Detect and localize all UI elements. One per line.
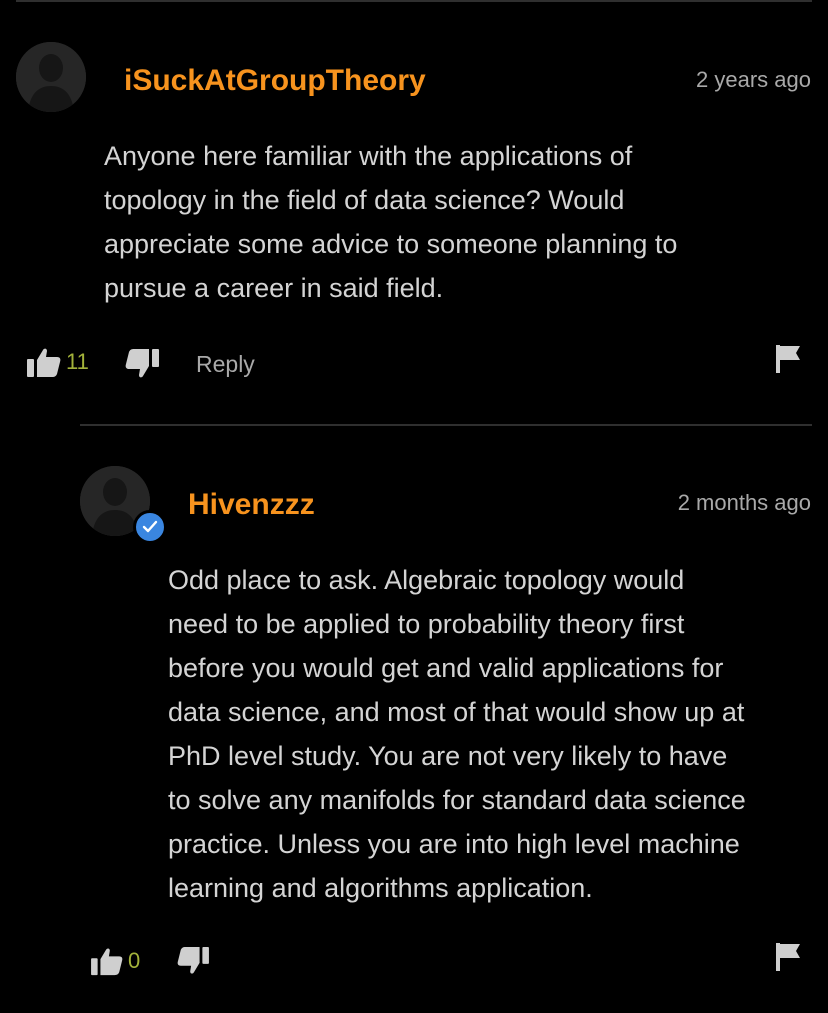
- comment-text-line: pursue a career in said field.: [104, 273, 444, 303]
- comment-text-line: Odd place to ask. Algebraic topology wou…: [168, 565, 685, 595]
- comment-text-line: PhD level study. You are not very likely…: [168, 741, 728, 771]
- comment-username[interactable]: Hivenzzz: [188, 488, 315, 522]
- flag-icon: [774, 942, 802, 972]
- comment-text-line: before you would get and valid applicati…: [168, 653, 724, 683]
- flag-button[interactable]: [774, 942, 802, 972]
- comment-username[interactable]: iSuckAtGroupTheory: [124, 64, 426, 98]
- verified-badge: [133, 510, 167, 544]
- flag-button[interactable]: [774, 344, 802, 374]
- comment-text-line: to solve any manifolds for standard data…: [168, 785, 746, 815]
- like-count: 0: [128, 948, 141, 973]
- like-count: 11: [66, 349, 89, 374]
- comment-timestamp: 2 months ago: [677, 490, 811, 515]
- comment-text-line: Anyone here familiar with the applicatio…: [104, 141, 633, 171]
- comment-text-line: need to be applied to probability theory…: [168, 609, 685, 639]
- like-button[interactable]: 11: [26, 346, 89, 378]
- comment-timestamp: 2 years ago: [696, 67, 811, 92]
- comment-text: Anyone here familiar with the applicatio…: [104, 134, 677, 310]
- comment-text: Odd place to ask. Algebraic topology wou…: [168, 558, 746, 910]
- thumbs-down-icon: [176, 946, 210, 976]
- thumbs-up-icon: [90, 946, 124, 976]
- verified-check-icon: [142, 520, 158, 533]
- comment-text-line: learning and algorithms application.: [168, 873, 593, 903]
- user-silhouette-icon: [16, 42, 86, 112]
- comment-text-line: practice. Unless you are into high level…: [168, 829, 740, 859]
- reply-button[interactable]: Reply: [196, 351, 255, 377]
- dislike-button[interactable]: [124, 348, 160, 380]
- like-button[interactable]: 0: [90, 946, 140, 976]
- thumbs-down-icon: [124, 348, 160, 380]
- top-divider: [16, 0, 812, 2]
- reply-divider: [80, 424, 812, 426]
- thumbs-up-icon: [26, 346, 62, 378]
- comment-text-line: topology in the field of data science? W…: [104, 185, 625, 215]
- dislike-button[interactable]: [176, 946, 210, 976]
- avatar[interactable]: [16, 42, 86, 112]
- comment-text-line: appreciate some advice to someone planni…: [104, 229, 678, 259]
- flag-icon: [774, 344, 802, 374]
- comment-text-line: data science, and most of that would sho…: [168, 697, 745, 727]
